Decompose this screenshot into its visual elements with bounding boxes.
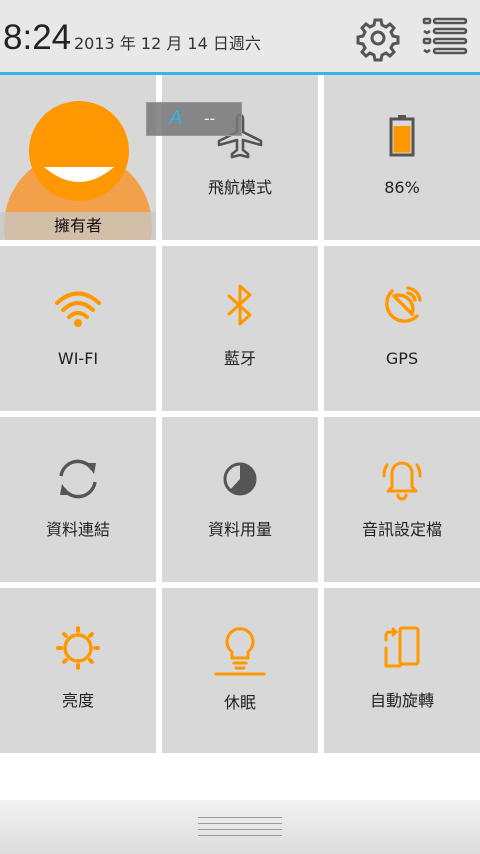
tile-gps[interactable]: GPS (324, 246, 480, 411)
clock-date: 2013 年 12 月 14 日週六 (74, 34, 261, 53)
quick-settings-panel: 8:24 2013 年 12 月 14 日週六 擁有者 飛航模式 86% WI-… (0, 0, 480, 854)
bulb-icon (210, 618, 270, 678)
drag-handle[interactable] (198, 817, 282, 837)
bell-icon (372, 447, 432, 507)
tile-label-auto-rotate: 自動旋轉 (369, 691, 434, 710)
tile-label-brightness: 亮度 (61, 691, 94, 710)
brightness-icon (48, 618, 108, 678)
status-header: 8:24 2013 年 12 月 14 日週六 (0, 0, 480, 72)
tile-airplane-mode[interactable]: 飛航模式 (162, 75, 318, 240)
wifi-icon (48, 276, 108, 336)
data-usage-icon (210, 449, 270, 509)
network-type-text: -- (204, 109, 216, 128)
tile-label-airplane: 飛航模式 (207, 178, 272, 197)
gps-icon (372, 276, 432, 336)
tile-data-usage[interactable]: 資料用量 (162, 417, 318, 582)
tile-brightness[interactable]: 亮度 (0, 588, 156, 753)
panel-bottom-bar (0, 800, 480, 854)
bluetooth-icon (210, 276, 270, 336)
owner-label: 擁有者 (53, 216, 102, 235)
gear-icon (356, 18, 400, 62)
tile-label-sleep: 休眠 (223, 693, 256, 712)
tile-wifi[interactable]: WI-FI (0, 246, 156, 411)
network-type-letter: A (169, 107, 183, 129)
signal-badge: A -- (146, 102, 242, 136)
tile-label-bluetooth: 藍牙 (223, 349, 256, 368)
tile-auto-rotate[interactable]: 自動旋轉 (324, 588, 480, 753)
tile-battery[interactable]: 86% (324, 75, 480, 240)
tile-label-wifi: WI-FI (57, 349, 99, 368)
tile-label-data-connection: 資料連結 (45, 520, 110, 539)
tile-label-sound-profile: 音訊設定檔 (361, 520, 442, 539)
rotate-icon (372, 618, 432, 678)
clock-time: 8:24 (3, 18, 72, 57)
tile-label-data-usage: 資料用量 (207, 520, 272, 539)
tile-label-gps: GPS (385, 349, 419, 368)
tile-sound-profile[interactable]: 音訊設定檔 (324, 417, 480, 582)
tile-bluetooth[interactable]: 藍牙 (162, 246, 318, 411)
list-settings-icon (422, 17, 468, 55)
sync-icon (48, 449, 108, 509)
settings-button[interactable] (354, 14, 402, 62)
tile-sleep[interactable]: 休眠 (162, 588, 318, 753)
battery-level: 86% (384, 178, 420, 197)
battery-icon (372, 107, 432, 167)
tile-data-connection[interactable]: 資料連結 (0, 417, 156, 582)
list-settings-button[interactable] (420, 14, 468, 62)
tile-owner[interactable]: 擁有者 (0, 75, 156, 240)
